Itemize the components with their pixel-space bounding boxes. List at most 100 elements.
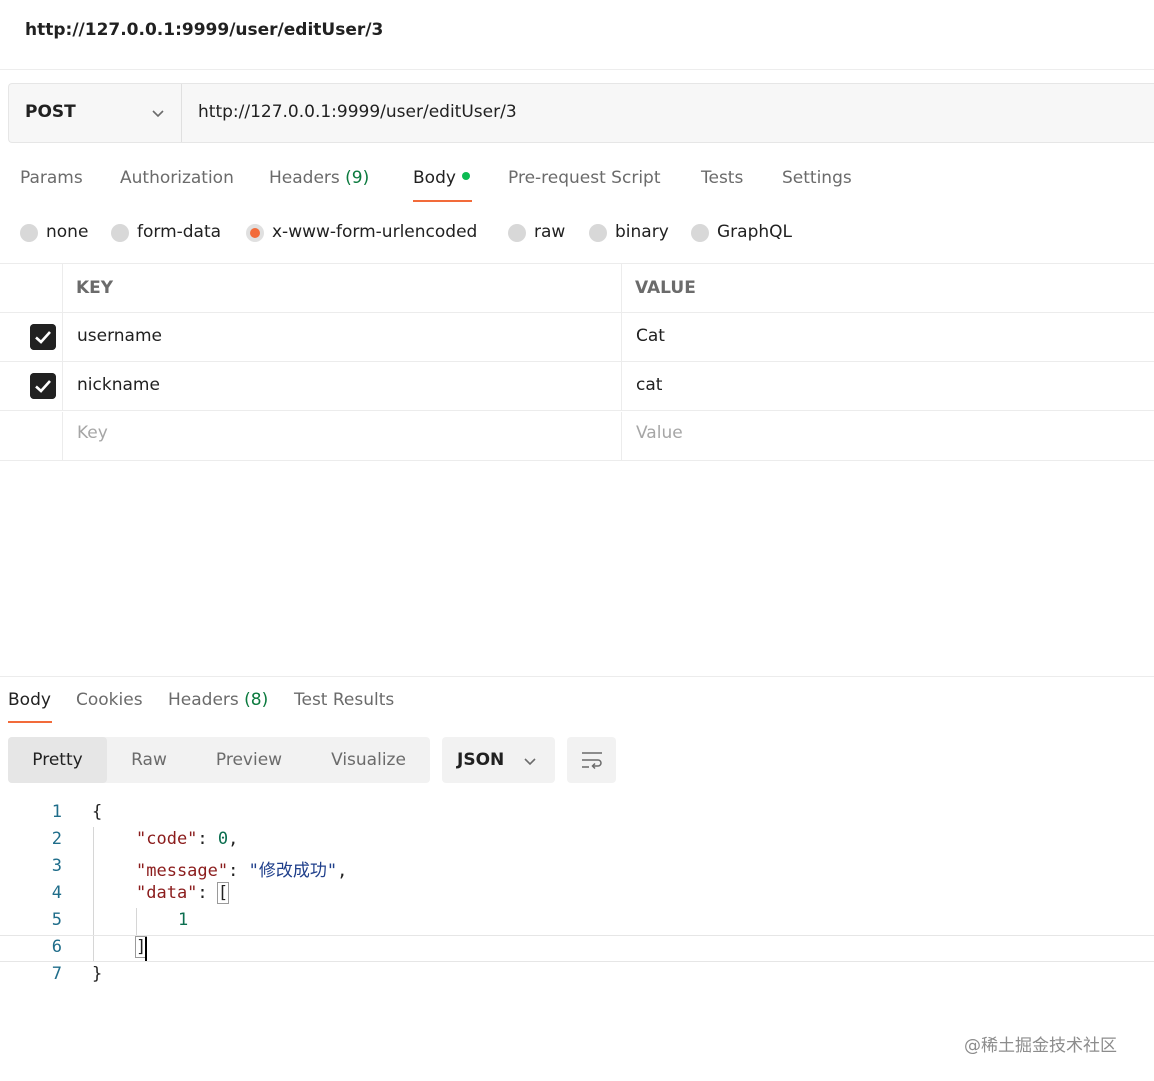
text-cursor (145, 937, 147, 961)
view-mode-segmented: Pretty Raw Preview Visualize (8, 737, 430, 783)
key-input[interactable]: Key (63, 412, 622, 460)
code-line: 5 1 (0, 908, 1154, 935)
radio-binary[interactable]: binary (589, 221, 679, 245)
code-text: { (92, 802, 103, 822)
json-number: 0 (217, 829, 229, 849)
radio-graphql[interactable]: GraphQL (691, 221, 801, 245)
request-title[interactable]: http://127.0.0.1:9999/user/editUser/3 (25, 20, 383, 40)
code-line: 1 { (0, 800, 1154, 827)
json-comma: , (228, 829, 239, 849)
radio-circle-icon (20, 224, 38, 242)
tab-headers[interactable]: Headers (9) (269, 168, 369, 188)
table-header-row: KEY VALUE (0, 264, 1154, 313)
response-tab-test-results-label: Test Results (294, 690, 395, 710)
value-column-header: VALUE (622, 264, 1154, 312)
line-number: 3 (51, 856, 62, 876)
radio-selected-icon (246, 224, 264, 242)
table-row: nickname cat (0, 362, 1154, 411)
view-raw-button[interactable]: Raw (107, 737, 191, 783)
json-colon: : (197, 883, 218, 903)
value-header-label: VALUE (635, 278, 696, 298)
line-number: 6 (51, 937, 62, 957)
radio-form-data-label: form-data (137, 222, 222, 242)
line-number: 4 (51, 883, 62, 903)
line-number: 5 (51, 910, 62, 930)
method-label: POST (25, 102, 76, 122)
format-select[interactable]: JSON (442, 737, 555, 783)
request-url-bar: POST http://127.0.0.1:9999/user/editUser… (8, 83, 1154, 143)
tab-params[interactable]: Params (20, 168, 83, 188)
key-header-label: KEY (76, 278, 114, 298)
radio-binary-label: binary (615, 222, 669, 242)
tab-body[interactable]: Body (413, 168, 470, 188)
response-tab-cookies[interactable]: Cookies (76, 690, 143, 710)
key-column-header: KEY (63, 264, 622, 312)
checkbox-checked-icon[interactable] (30, 373, 56, 399)
key-text: nickname (77, 375, 160, 395)
method-select[interactable]: POST (9, 84, 182, 142)
response-tab-test-results[interactable]: Test Results (294, 690, 394, 710)
body-type-options: none form-data x-www-form-urlencoded raw… (0, 215, 1154, 251)
response-tab-body-label: Body (8, 690, 51, 710)
tab-tests-label: Tests (701, 168, 744, 188)
response-tab-cookies-label: Cookies (76, 690, 143, 710)
view-visualize-button[interactable]: Visualize (307, 737, 430, 783)
code-line: 2 "code": 0, (0, 827, 1154, 854)
radio-circle-icon (589, 224, 607, 242)
tab-tests[interactable]: Tests (701, 168, 743, 188)
chevron-down-icon (524, 758, 536, 766)
tab-authorization[interactable]: Authorization (120, 168, 234, 188)
radio-circle-icon (691, 224, 709, 242)
key-cell[interactable]: username (63, 313, 622, 361)
tab-authorization-label: Authorization (120, 168, 234, 188)
response-body-editor[interactable]: 1 { 2 "code": 0, 3 "message": "修改成功", 4 … (0, 800, 1154, 1000)
value-text: Cat (636, 326, 665, 346)
code-line: 4 "data": [ (0, 881, 1154, 908)
value-text: cat (636, 375, 663, 395)
value-input[interactable]: Value (622, 412, 1154, 460)
format-label: JSON (457, 750, 505, 770)
radio-none[interactable]: none (20, 221, 100, 245)
response-tab-body[interactable]: Body (8, 690, 51, 710)
active-response-tab-underline (8, 721, 52, 723)
header-check-cell (0, 264, 63, 312)
json-key: "code" (136, 829, 198, 849)
request-title-bar: http://127.0.0.1:9999/user/editUser/3 (0, 0, 1154, 70)
checkbox-checked-icon[interactable] (30, 324, 56, 350)
tab-settings-label: Settings (782, 168, 852, 188)
tab-pre-request-script[interactable]: Pre-request Script (508, 168, 661, 188)
tab-pre-request-label: Pre-request Script (508, 168, 661, 188)
code-text: } (92, 964, 103, 984)
radio-urlencoded-label: x-www-form-urlencoded (272, 222, 478, 242)
key-text: username (77, 326, 162, 346)
table-row-new: Key Value (0, 412, 1154, 461)
response-headers-count: (8) (244, 690, 269, 710)
radio-raw[interactable]: raw (508, 221, 578, 245)
response-tab-headers[interactable]: Headers (8) (168, 690, 268, 710)
line-number: 7 (51, 964, 62, 984)
radio-x-www-form-urlencoded[interactable]: x-www-form-urlencoded (246, 221, 496, 245)
tab-settings[interactable]: Settings (782, 168, 852, 188)
radio-circle-icon (111, 224, 129, 242)
value-cell[interactable]: cat (622, 362, 1154, 410)
chevron-down-icon (152, 110, 164, 118)
radio-form-data[interactable]: form-data (111, 221, 231, 245)
json-colon: : (228, 861, 249, 881)
tab-params-label: Params (20, 168, 83, 188)
wrap-lines-button[interactable] (567, 737, 616, 783)
value-placeholder: Value (636, 423, 683, 443)
row-check-cell (0, 313, 63, 361)
json-bracket: [ (216, 882, 230, 904)
response-tabs: Body Cookies Headers (8) Test Results (0, 676, 1154, 723)
key-cell[interactable]: nickname (63, 362, 622, 410)
value-cell[interactable]: Cat (622, 313, 1154, 361)
view-pretty-button[interactable]: Pretty (8, 737, 107, 783)
url-input[interactable]: http://127.0.0.1:9999/user/editUser/3 (198, 102, 517, 122)
json-key: "data" (136, 883, 198, 903)
code-line: 3 "message": "修改成功", (0, 854, 1154, 881)
params-table: KEY VALUE username Cat nickname cat Key … (0, 263, 1154, 461)
response-tab-headers-label: Headers (168, 690, 239, 710)
line-number: 1 (51, 802, 62, 822)
json-comma: , (337, 861, 348, 881)
view-preview-button[interactable]: Preview (191, 737, 307, 783)
